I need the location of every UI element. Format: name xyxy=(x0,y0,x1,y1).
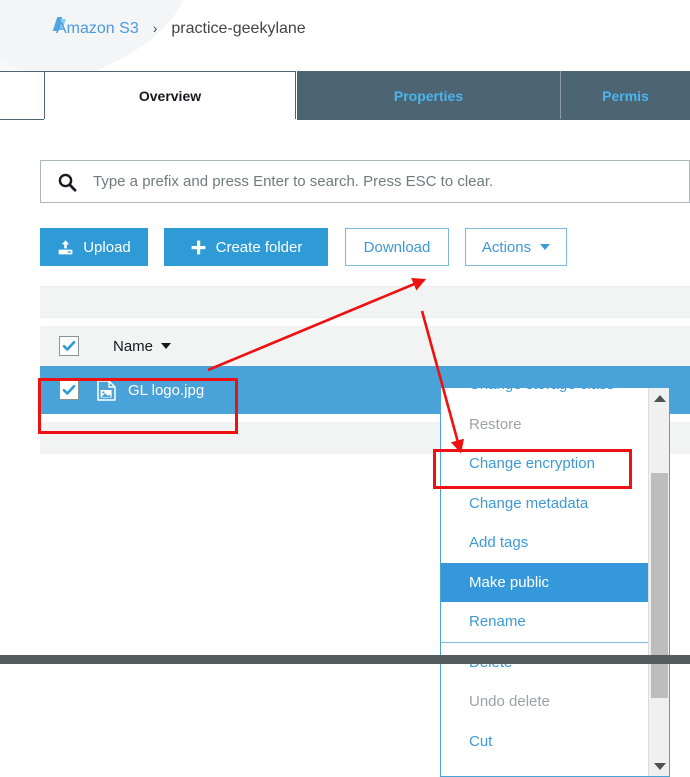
menu-scrollbar[interactable] xyxy=(648,388,669,776)
menu-item-change-encryption[interactable]: Change encryption xyxy=(441,444,649,484)
row-checkbox[interactable] xyxy=(58,380,79,400)
breadcrumb-link-amazon-s3[interactable]: Amazon S3 xyxy=(56,20,139,37)
menu-item-change-metadata-label: Change metadata xyxy=(469,494,589,512)
table-toolbar-band xyxy=(40,286,690,318)
select-all-checkbox[interactable] xyxy=(58,336,79,356)
search-input[interactable] xyxy=(91,172,689,191)
row-file-name-label: GL logo.jpg xyxy=(128,381,205,399)
menu-item-restore: Restore xyxy=(441,405,649,445)
actions-dropdown-menu[interactable]: Change storage class Restore Change encr… xyxy=(440,387,670,777)
menu-item-change-encryption-label: Change encryption xyxy=(469,455,595,473)
menu-item-make-public-label: Make public xyxy=(469,573,550,591)
menu-item-undo-delete-label: Undo delete xyxy=(469,693,550,711)
search-bar[interactable] xyxy=(40,160,690,203)
menu-item-rename[interactable]: Rename xyxy=(441,602,649,642)
search-icon xyxy=(57,172,77,192)
scrollbar-thumb[interactable] xyxy=(651,473,668,698)
menu-item-add-tags-label: Add tags xyxy=(469,534,529,552)
upload-button-label: Upload xyxy=(83,238,131,256)
chevron-down-icon xyxy=(540,244,551,250)
sort-descending-caret-icon xyxy=(161,343,172,349)
upload-button[interactable]: Upload xyxy=(40,228,148,266)
tab-stub-left xyxy=(0,71,44,120)
tab-overview[interactable]: Overview xyxy=(44,71,296,120)
menu-item-change-storage-class-label: Change storage class xyxy=(469,388,614,393)
row-file-name[interactable]: GL logo.jpg xyxy=(97,379,205,401)
image-file-icon xyxy=(97,379,116,401)
breadcrumb-current-bucket: practice-geekylane xyxy=(171,20,306,37)
scroll-up-arrow-icon[interactable] xyxy=(649,388,669,408)
tab-permissions[interactable]: Permis xyxy=(561,71,690,120)
overview-panel: Upload Create folder Download Actions xyxy=(0,120,690,777)
actions-button[interactable]: Actions xyxy=(465,228,567,266)
tab-properties[interactable]: Properties xyxy=(297,71,561,120)
tab-properties-label: Properties xyxy=(393,87,464,104)
actions-menu-list: Change storage class Restore Change encr… xyxy=(441,388,649,762)
column-header-name-label: Name xyxy=(113,337,154,355)
menu-item-rename-label: Rename xyxy=(469,613,526,631)
page-header: Amazon S3 › practice-geekylane xyxy=(0,0,690,71)
menu-item-change-metadata[interactable]: Change metadata xyxy=(441,484,649,524)
bottom-status-bar xyxy=(0,655,690,664)
breadcrumb-separator-icon: › xyxy=(152,20,158,36)
plus-icon xyxy=(190,239,207,256)
menu-item-undo-delete: Undo delete xyxy=(441,682,649,722)
upload-icon xyxy=(57,239,74,256)
table-header-row: Name xyxy=(40,326,690,366)
create-folder-button-label: Create folder xyxy=(215,238,303,256)
download-button-label: Download xyxy=(363,238,431,256)
menu-item-cut[interactable]: Cut xyxy=(441,722,649,762)
menu-item-restore-label: Restore xyxy=(469,415,522,433)
row-select-cell[interactable] xyxy=(40,380,97,400)
table-spacer xyxy=(40,318,690,326)
menu-item-cut-label: Cut xyxy=(469,732,493,750)
column-header-name[interactable]: Name xyxy=(113,337,172,355)
select-all-cell[interactable] xyxy=(40,336,97,356)
actions-button-label: Actions xyxy=(481,238,532,256)
download-button[interactable]: Download xyxy=(345,228,449,266)
scroll-down-arrow-icon[interactable] xyxy=(649,756,669,776)
menu-item-add-tags[interactable]: Add tags xyxy=(441,523,649,563)
breadcrumb: Amazon S3 › practice-geekylane xyxy=(56,18,306,39)
tab-bar-active-mask xyxy=(44,119,297,121)
tab-bar: Overview Properties Permis xyxy=(0,71,690,120)
menu-item-make-public[interactable]: Make public xyxy=(441,562,649,602)
create-folder-button[interactable]: Create folder xyxy=(164,228,328,266)
menu-item-change-storage-class[interactable]: Change storage class xyxy=(441,388,649,405)
tab-overview-label: Overview xyxy=(138,87,202,104)
tab-permissions-label: Permis xyxy=(602,87,649,104)
